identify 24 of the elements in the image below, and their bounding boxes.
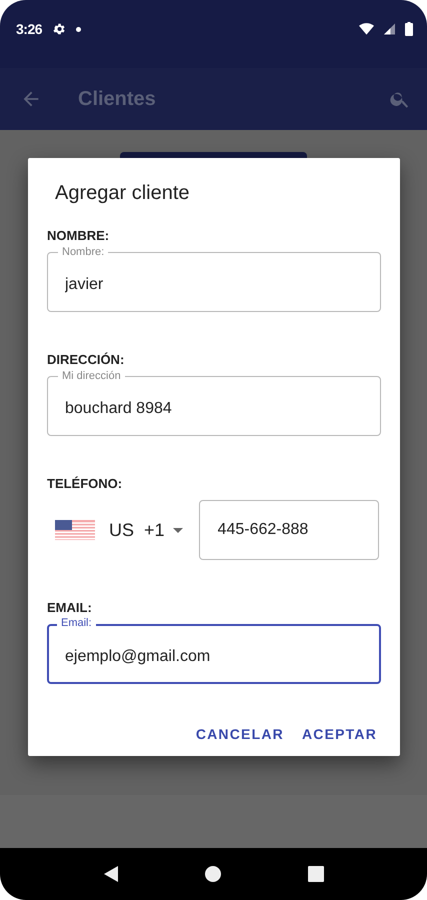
dialog-button[interactable]: CANCELAR: [188, 718, 292, 750]
floating-label: Email:: [57, 617, 96, 629]
field-label: NOMBRE:: [47, 228, 110, 243]
gear-icon: [52, 22, 66, 36]
floating-label: Nombre:: [58, 246, 108, 258]
field-label: DIRECCIÓN:: [47, 352, 126, 367]
recents-icon[interactable]: [308, 866, 324, 882]
field-label: TELÉFONO:: [47, 476, 124, 491]
home-icon[interactable]: [204, 866, 220, 882]
dialog-title: Agregar cliente: [55, 182, 191, 205]
status-time: 3:26: [16, 21, 42, 37]
wifi-icon: [359, 23, 374, 35]
country-selector[interactable]: US +1: [47, 510, 189, 550]
input-field[interactable]: 445-662-888: [198, 500, 379, 560]
caret-icon: [172, 528, 183, 532]
back-icon[interactable]: [104, 866, 118, 882]
field-label: EMAIL:: [47, 600, 93, 615]
flag-icon: [55, 520, 95, 540]
floating-label: Mi dirección: [58, 370, 125, 382]
signal-icon: [384, 23, 395, 35]
app-title: Clientes: [78, 88, 156, 110]
battery-icon: [405, 22, 413, 36]
dialog-button[interactable]: ACEPTAR: [294, 718, 385, 750]
notification-dot-icon: [76, 26, 82, 32]
